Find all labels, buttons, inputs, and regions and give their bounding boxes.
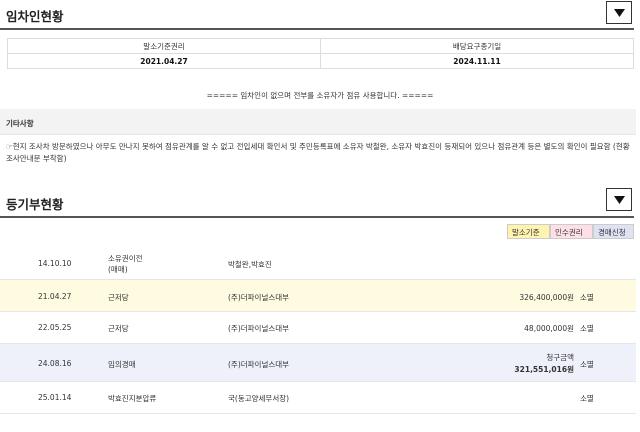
row-amount-label: 청구금액 [546, 353, 574, 362]
triangle-down-icon [613, 8, 625, 17]
row-kind: 임의경매 [108, 360, 136, 369]
summary-header-baseline: 말소기준권리 [7, 38, 321, 54]
registry-section-header: 등기부현황 [0, 188, 640, 218]
row-kind: 근저당 [108, 293, 129, 302]
registry-row: 21.04.27 근저당 (주)더파이널스대부 326,400,000원 소멸 [0, 280, 636, 312]
section-divider [0, 216, 634, 218]
registry-collapse-button[interactable] [606, 188, 632, 211]
row-status: 소멸 [580, 324, 594, 333]
row-amount: 321,551,016원 [514, 365, 574, 374]
etc-label-bar: 기타사항 [0, 109, 636, 135]
row-amount: 326,400,000원 [519, 293, 574, 302]
registry-row: 24.08.16 임의경매 (주)더파이널스대부 청구금액 321,551,01… [0, 344, 636, 382]
registry-row: 14.10.10 소유권이전 (매매) 박철완,박효진 [0, 248, 636, 280]
tenant-section-header: 임차인현황 [0, 0, 640, 30]
registry-row: 22.05.25 근저당 (주)더파이널스대부 48,000,000원 소멸 [0, 312, 636, 344]
row-status: 소멸 [580, 394, 594, 403]
registry-section-title: 등기부현황 [6, 197, 64, 212]
tenant-collapse-button[interactable] [606, 1, 632, 24]
tenant-summary-table: 말소기준권리 배당요구종기일 2021.04.27 2024.11.11 [7, 38, 634, 69]
registry-row: 25.01.14 박효진지분압류 국(동고양세무서장) 소멸 [0, 382, 636, 414]
section-divider [0, 28, 634, 30]
legend-baseline: 말소기준 [507, 224, 550, 239]
row-date: 14.10.10 [38, 259, 72, 268]
row-date: 21.04.27 [38, 292, 72, 301]
row-date: 22.05.25 [38, 323, 72, 332]
row-kind-sub: (매매) [108, 265, 128, 274]
tenant-notice: ===== 임차인이 없으며 전부를 소유자가 점유 사용합니다. ===== [206, 91, 434, 100]
row-amount: 48,000,000원 [524, 324, 574, 333]
etc-text: ☞현지 조사차 방문하였으나 아무도 만나지 못하여 점유관계를 알 수 없고 … [6, 142, 630, 163]
row-date: 25.01.14 [38, 393, 72, 402]
summary-value-baseline: 2021.04.27 [7, 53, 321, 69]
summary-value-deadline: 2024.11.11 [320, 53, 634, 69]
row-holder: (주)더파이널스대부 [228, 360, 290, 369]
row-kind: 근저당 [108, 324, 129, 333]
legend-auction: 경매신청 [593, 224, 634, 239]
row-holder: (주)더파이널스대부 [228, 324, 290, 333]
etc-label: 기타사항 [6, 119, 34, 128]
triangle-down-icon [613, 195, 625, 204]
tenant-section-title: 임차인현황 [6, 9, 64, 24]
summary-header-deadline: 배당요구종기일 [320, 38, 634, 54]
row-holder: 박철완,박효진 [228, 260, 272, 269]
row-date: 24.08.16 [38, 359, 72, 368]
row-holder: 국(동고양세무서장) [228, 394, 290, 403]
row-status: 소멸 [580, 293, 594, 302]
row-kind: 박효진지분압류 [108, 394, 157, 403]
row-status: 소멸 [580, 360, 594, 369]
legend-assumed: 인수권리 [550, 224, 593, 239]
row-kind: 소유권이전 [108, 254, 143, 263]
row-holder: (주)더파이널스대부 [228, 293, 290, 302]
